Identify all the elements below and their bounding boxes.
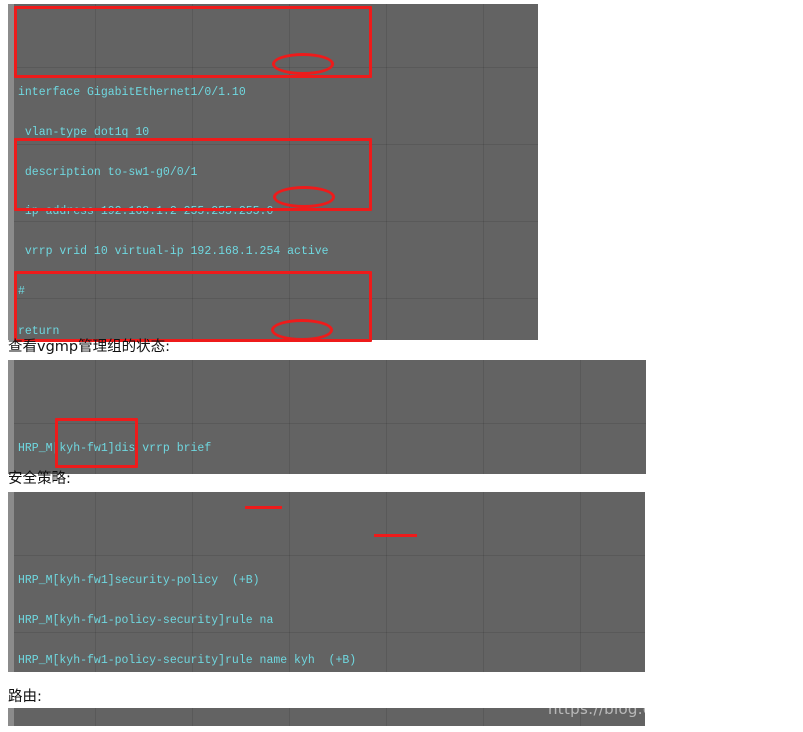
terminal-line: ip address 192.168.1.2 255.255.255.0 (18, 205, 274, 219)
caption-route: 路由: (8, 689, 42, 705)
vrrp-brief-terminal: HRP_M[kyh-fw1]dis vrrp brief Total:3 Mas… (8, 360, 646, 474)
terminal-line: HRP_M[kyh-fw1]dis vrrp brief (18, 441, 212, 455)
interface-config-terminal: interface GigabitEthernet1/0/1.10 vlan-t… (8, 4, 538, 340)
terminal-left-gutter (8, 360, 14, 474)
terminal-left-gutter (8, 708, 14, 726)
terminal-left-gutter (8, 492, 14, 672)
terminal-grid-overlay (8, 708, 645, 726)
terminal-line-container: interface GigabitEthernet1/0/1.10 vlan-t… (18, 59, 538, 340)
terminal-line: # (18, 285, 25, 299)
terminal-line: interface GigabitEthernet1/0/1.10 (18, 85, 246, 99)
security-policy-terminal: HRP_M[kyh-fw1]security-policy (+B) HRP_M… (8, 492, 645, 672)
terminal-line: HRP_M[kyh-fw1-policy-security]rule na (18, 613, 274, 627)
terminal-line-container: HRP_M[kyh-fw1]dis vrrp brief Total:3 Mas… (18, 415, 646, 474)
terminal-line: HRP_M[kyh-fw1]security-policy (+B) (18, 573, 260, 587)
terminal-left-gutter (8, 4, 14, 340)
terminal-line: description to-sw1-g0/0/1 (18, 165, 198, 179)
route-terminal: ip route-static 0.0.0.0 0.0.0.0 192.168.… (8, 708, 645, 726)
terminal-line: HRP_M[kyh-fw1-policy-security]rule name … (18, 653, 357, 667)
caption-security-policy: 安全策略: (8, 471, 71, 487)
terminal-line: return (18, 325, 60, 339)
caption-vgmp-status: 查看vgmp管理组的状态: (8, 339, 170, 355)
terminal-line: vlan-type dot1q 10 (18, 125, 150, 139)
terminal-line: vrrp vrid 10 virtual-ip 192.168.1.254 ac… (18, 245, 329, 259)
terminal-line-container: HRP_M[kyh-fw1]security-policy (+B) HRP_M… (18, 547, 645, 672)
